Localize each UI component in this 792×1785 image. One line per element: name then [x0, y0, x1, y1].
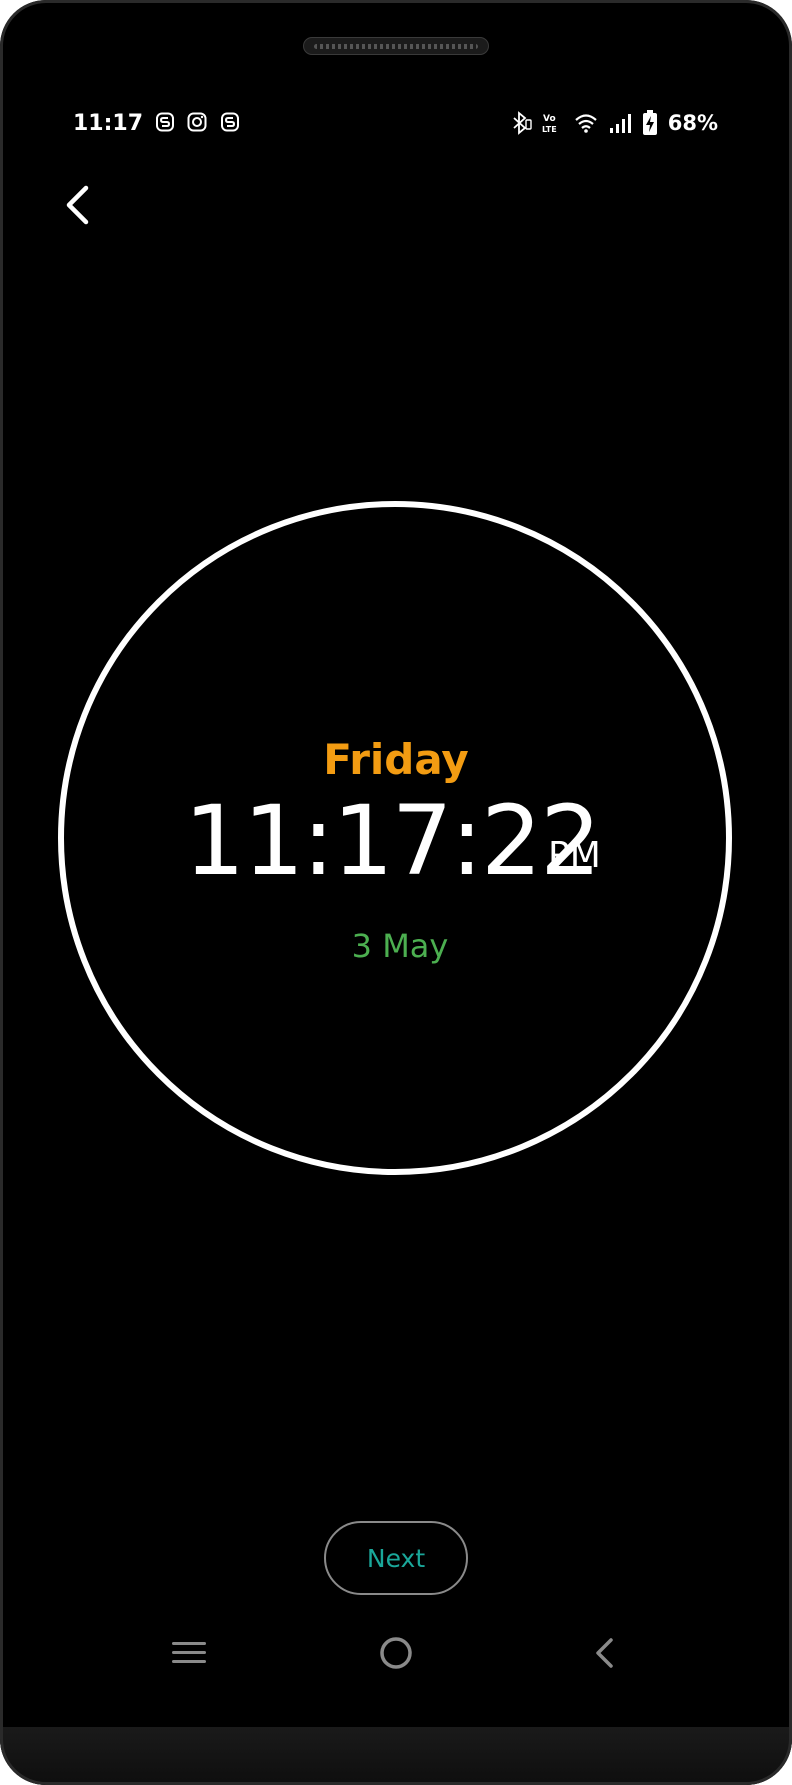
- svg-text:LTE: LTE: [542, 125, 557, 134]
- s-app-icon: [221, 112, 239, 132]
- status-right-group: Vo LTE 68%: [508, 110, 718, 136]
- volte-icon: Vo LTE: [542, 114, 557, 134]
- s-app-icon: [156, 112, 174, 132]
- status-time: 11:17: [73, 111, 144, 136]
- navigation-bar: [0, 1633, 792, 1673]
- status-bar: 11:17 Vo LTE 68%: [0, 108, 792, 138]
- clock-period: PM: [548, 835, 601, 876]
- instagram-icon: [187, 112, 207, 132]
- signal-icon: [609, 114, 631, 133]
- wifi-icon: [574, 114, 597, 133]
- next-button[interactable]: Next: [324, 1521, 468, 1595]
- earpiece-speaker: [303, 37, 489, 55]
- clock-time: 11:17:22: [184, 785, 601, 897]
- battery-percent: 68%: [667, 111, 718, 135]
- home-icon[interactable]: [374, 1633, 418, 1673]
- battery-charging-icon: [642, 110, 657, 135]
- phone-screen: 11:17 Vo LTE 68% Friday 11:17:22 PM 3 Ma…: [0, 0, 792, 1785]
- svg-text:Vo: Vo: [543, 114, 556, 124]
- recent-apps-icon[interactable]: [167, 1633, 211, 1673]
- bluetooth-icon: [513, 111, 532, 135]
- date-label: 3 May: [351, 927, 449, 965]
- day-label: Friday: [323, 735, 469, 784]
- nav-back-icon[interactable]: [582, 1633, 626, 1673]
- back-arrow-icon[interactable]: [58, 180, 98, 230]
- device-bottom-bezel: [0, 1727, 792, 1785]
